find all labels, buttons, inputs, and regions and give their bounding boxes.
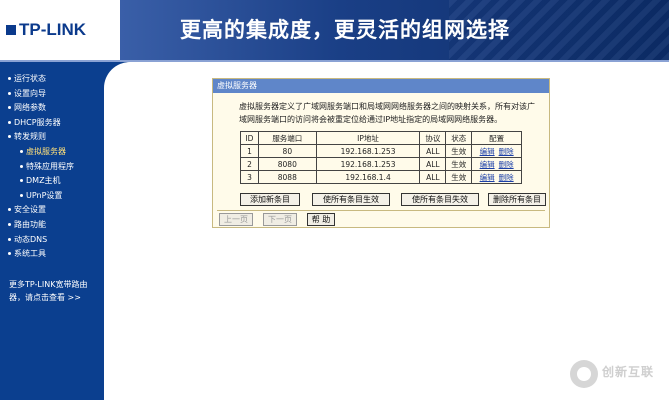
bullet-icon <box>8 237 11 241</box>
cell-protocol: ALL <box>419 157 447 171</box>
sidebar-item-virtual-server[interactable]: 虚拟服务器 <box>8 145 74 160</box>
col-header-protocol: 协议 <box>419 131 447 145</box>
watermark-logo-icon <box>570 360 598 388</box>
sidebar-item-routing[interactable]: 路由功能 <box>8 218 74 233</box>
cell-status: 生效 <box>445 157 473 171</box>
cell-id: 1 <box>240 144 259 158</box>
watermark: 创新互联 <box>570 360 669 394</box>
delete-link[interactable]: 删除 <box>499 173 514 182</box>
help-button[interactable]: 帮 助 <box>307 213 335 226</box>
panel-description: 虚拟服务器定义了广域网服务端口和局域网网络服务器之间的映射关系，所有对该广域网服… <box>239 102 535 124</box>
col-header-port: 服务端口 <box>257 131 317 145</box>
cell-port: 80 <box>257 144 317 158</box>
tp-link-logo: TP-LINK <box>6 20 86 40</box>
cell-status: 生效 <box>445 144 473 158</box>
bullet-icon <box>8 208 11 212</box>
sidebar-item-network[interactable]: 网络参数 <box>8 101 74 116</box>
bullet-icon <box>8 252 11 256</box>
bullet-icon <box>8 77 11 80</box>
sidebar-item-ddns[interactable]: 动态DNS <box>8 233 74 248</box>
header-banner: TP-LINK 更高的集成度，更灵活的组网选择 <box>0 0 669 60</box>
bullet-icon <box>8 222 11 226</box>
delete-link[interactable]: 删除 <box>499 147 514 156</box>
panel-divider <box>217 210 545 211</box>
enable-all-button[interactable]: 使所有条目生效 <box>312 193 390 206</box>
bullet-icon <box>8 106 11 110</box>
bullet-icon <box>20 164 23 168</box>
col-header-id: ID <box>240 131 259 145</box>
sidebar-item-dmz[interactable]: DMZ主机 <box>8 174 74 189</box>
table-header-row: ID 服务端口 IP地址 协议 状态 配置 <box>240 131 522 145</box>
edit-link[interactable]: 编辑 <box>480 160 495 169</box>
bullet-icon <box>8 91 11 95</box>
bullet-icon <box>8 135 11 139</box>
edit-link[interactable]: 编辑 <box>480 147 495 156</box>
cell-status: 生效 <box>445 170 473 184</box>
sidebar-item-system-tools[interactable]: 系统工具 <box>8 247 74 262</box>
sidebar-item-security[interactable]: 安全设置 <box>8 203 74 218</box>
edit-link[interactable]: 编辑 <box>480 173 495 182</box>
sidebar-corner <box>104 62 144 92</box>
bullet-icon <box>20 193 23 197</box>
virtual-server-panel: 虚拟服务器 虚拟服务器定义了广域网服务端口和局域网网络服务器之间的映射关系，所有… <box>212 78 550 228</box>
sidebar-menu: 运行状态 设置向导 网络参数 DHCP服务器 转发规则 虚拟服务器 特殊应用程序… <box>8 72 74 262</box>
header-slogan: 更高的集成度，更灵活的组网选择 <box>180 18 510 42</box>
delete-all-button[interactable]: 删除所有条目 <box>488 193 546 206</box>
prev-page-button[interactable]: 上一页 <box>219 213 253 226</box>
disable-all-button[interactable]: 使所有条目失效 <box>401 193 479 206</box>
cell-config: 编辑 删除 <box>471 144 522 158</box>
col-header-status: 状态 <box>445 131 473 145</box>
logo-area: TP-LINK <box>0 0 120 60</box>
cell-id: 2 <box>240 157 259 171</box>
panel-title: 虚拟服务器 <box>213 79 549 93</box>
delete-link[interactable]: 删除 <box>499 160 514 169</box>
cell-protocol: ALL <box>419 144 447 158</box>
action-buttons: 添加新条目 使所有条目生效 使所有条目失效 删除所有条目 <box>240 193 546 207</box>
watermark-text: 创新互联 <box>602 365 655 379</box>
cell-protocol: ALL <box>419 170 447 184</box>
bullet-icon <box>20 149 23 153</box>
more-link-line2: 器，请点击查看 >> <box>9 293 81 302</box>
cell-ip: 192.168.1.4 <box>315 170 421 184</box>
sidebar-item-dhcp[interactable]: DHCP服务器 <box>8 116 74 131</box>
sidebar-item-forwarding[interactable]: 转发规则 <box>8 130 74 145</box>
cell-port: 8088 <box>257 170 317 184</box>
cell-config: 编辑 删除 <box>471 157 522 171</box>
cell-ip: 192.168.1.253 <box>315 157 421 171</box>
sidebar-item-upnp[interactable]: UPnP设置 <box>8 189 74 204</box>
cell-port: 8080 <box>257 157 317 171</box>
cell-id: 3 <box>240 170 259 184</box>
cell-config: 编辑 删除 <box>471 170 522 184</box>
bullet-icon <box>20 179 23 183</box>
more-link-line1: 更多TP-LINK宽带路由 <box>9 280 88 289</box>
cell-ip: 192.168.1.253 <box>315 144 421 158</box>
virtual-server-table: ID 服务端口 IP地址 协议 状态 配置 1 80 192.168.1.253… <box>240 131 522 184</box>
col-header-ip: IP地址 <box>315 131 421 145</box>
table-row: 2 8080 192.168.1.253 ALL 生效 编辑 删除 <box>240 157 522 171</box>
more-routers-link[interactable]: 更多TP-LINK宽带路由 器，请点击查看 >> <box>9 278 105 304</box>
bullet-icon <box>8 120 11 124</box>
next-page-button[interactable]: 下一页 <box>263 213 297 226</box>
table-row: 3 8088 192.168.1.4 ALL 生效 编辑 删除 <box>240 170 522 184</box>
sidebar-item-status[interactable]: 运行状态 <box>8 72 74 87</box>
col-header-config: 配置 <box>471 131 522 145</box>
add-entry-button[interactable]: 添加新条目 <box>240 193 300 206</box>
table-row: 1 80 192.168.1.253 ALL 生效 编辑 删除 <box>240 144 522 158</box>
sidebar-item-special-apps[interactable]: 特殊应用程序 <box>8 160 74 175</box>
sidebar-item-wizard[interactable]: 设置向导 <box>8 87 74 102</box>
